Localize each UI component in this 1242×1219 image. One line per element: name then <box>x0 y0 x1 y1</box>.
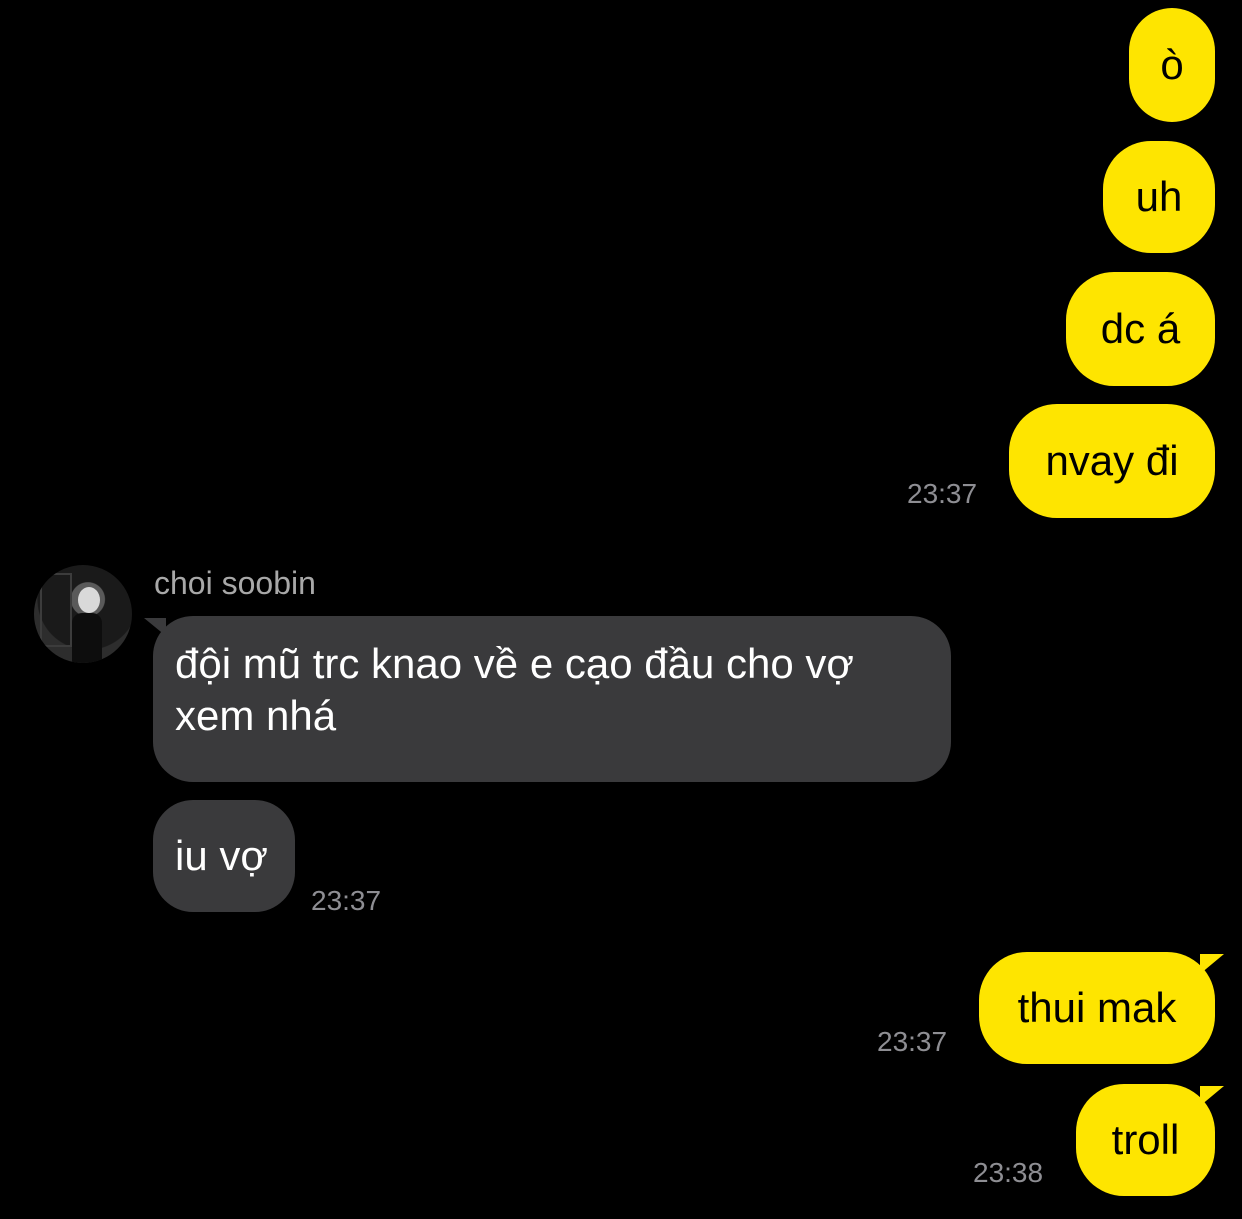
message-bubble-outgoing[interactable]: nvay đi <box>1009 404 1215 518</box>
message-text: nvay đi <box>1045 437 1179 484</box>
message-text: thui mak <box>1017 984 1177 1031</box>
message-text: đội mũ trc knao về e cạo đầu cho vợ xem … <box>175 640 854 739</box>
avatar-photo-detail <box>78 587 100 613</box>
message-timestamp: 23:38 <box>973 1157 1044 1188</box>
message-text: ò <box>1160 41 1184 88</box>
avatar-photo-detail <box>40 573 72 647</box>
message-bubble-outgoing[interactable]: ò <box>1129 8 1215 122</box>
message-text: dc á <box>1100 305 1181 352</box>
message-text: uh <box>1135 173 1183 220</box>
sender-name: choi soobin <box>154 565 316 601</box>
message-bubble-incoming[interactable]: iu vợ <box>153 800 295 912</box>
message-bubble-outgoing[interactable]: uh <box>1103 141 1215 253</box>
avatar-photo-detail <box>72 613 102 663</box>
contact-avatar[interactable] <box>34 565 132 663</box>
message-text: iu vợ <box>175 832 268 879</box>
message-bubble-incoming[interactable]: đội mũ trc knao về e cạo đầu cho vợ xem … <box>153 616 951 782</box>
message-text: troll <box>1111 1116 1180 1163</box>
message-bubble-outgoing[interactable]: troll <box>1076 1084 1215 1196</box>
message-bubble-outgoing[interactable]: dc á <box>1066 272 1215 386</box>
message-timestamp: 23:37 <box>877 1026 948 1057</box>
message-timestamp: 23:37 <box>907 478 978 509</box>
message-timestamp: 23:37 <box>311 885 382 916</box>
message-bubble-outgoing[interactable]: thui mak <box>979 952 1215 1064</box>
